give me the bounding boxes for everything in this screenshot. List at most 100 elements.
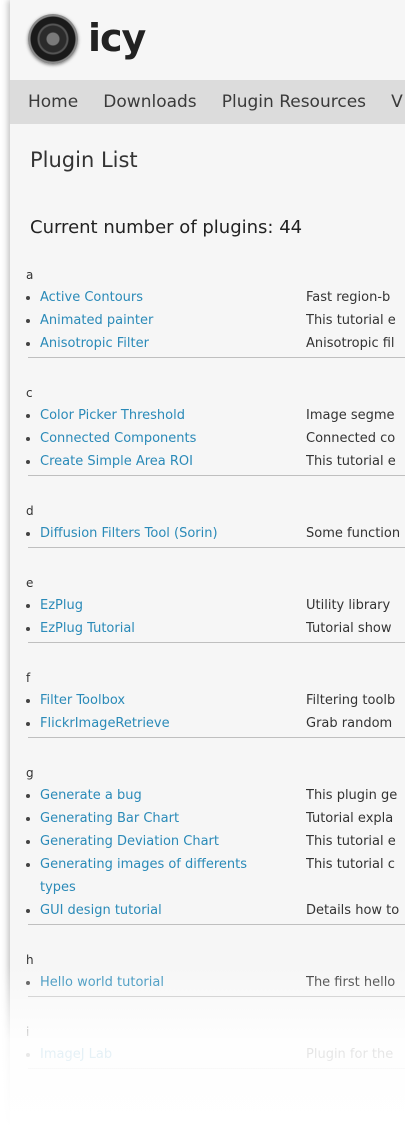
plugin-description: Connected co [306, 431, 396, 446]
bullet-icon [26, 532, 30, 536]
bullet-icon [26, 1053, 30, 1057]
plugin-link[interactable]: Active Contours [40, 286, 282, 309]
bullet-icon [26, 722, 30, 726]
bullet-icon [26, 414, 30, 418]
site-logo-text[interactable]: icy [88, 16, 146, 60]
plugin-description: Fast region-b [306, 290, 391, 305]
nav-home[interactable]: Home [28, 80, 78, 124]
bullet-icon [26, 627, 30, 631]
group-letter: f [26, 671, 31, 685]
group-letter: d [26, 504, 34, 518]
nav-plugin-resources[interactable]: Plugin Resources [222, 80, 366, 124]
plugin-link[interactable]: GUI design tutorial [40, 899, 282, 922]
plugin-link[interactable]: Animated painter [40, 309, 282, 332]
nav-item-truncated[interactable]: V [391, 80, 403, 124]
plugin-row: Generating images of differents types Thi… [24, 853, 405, 899]
plugin-description: This plugin ge [306, 788, 398, 803]
plugin-link[interactable]: Hello world tutorial [40, 971, 282, 994]
group-letter: a [26, 268, 34, 282]
plugin-description: Image segme [306, 408, 395, 423]
bullet-icon [26, 863, 30, 867]
plugin-row: Create Simple Area ROI This tutorial e [24, 450, 405, 473]
plugin-row: GUI design tutorial Details how to [24, 899, 405, 922]
plugin-link[interactable]: Connected Components [40, 427, 282, 450]
group-divider [28, 642, 405, 643]
plugin-link[interactable]: ImageJ Lab [40, 1043, 282, 1066]
plugin-description: This tutorial e [306, 834, 396, 849]
plugin-row: Generate a bug This plugin ge [24, 784, 405, 807]
bullet-icon [26, 604, 30, 608]
plugin-row: Hello world tutorial The first hello [24, 971, 405, 994]
plugin-description: Tutorial show [306, 621, 392, 636]
bullet-icon [26, 794, 30, 798]
plugin-description: Anisotropic fil [306, 336, 395, 351]
plugin-row: Color Picker Threshold Image segme [24, 404, 405, 427]
plugin-link[interactable]: Anisotropic Filter [40, 332, 282, 355]
plugin-link[interactable]: Generating images of differents types [40, 853, 282, 899]
bullet-icon [26, 817, 30, 821]
plugin-groups: a Active Contours Fast region-b Animated pa… [24, 264, 405, 1093]
group-letter: h [26, 953, 34, 967]
page-container: icy Home Downloads Plugin Resources V Pl… [10, 0, 405, 1130]
plugin-group-d: d Diffusion Filters Tool (Sorin) Some func… [24, 500, 405, 548]
plugin-row: Generating Deviation Chart This tutorial … [24, 830, 405, 853]
bullet-icon [26, 981, 30, 985]
plugin-description: This tutorial e [306, 313, 396, 328]
plugin-description: Filtering toolb [306, 693, 396, 708]
group-letter: e [26, 576, 34, 590]
plugin-description: This tutorial e [306, 454, 396, 469]
plugin-group-a: a Active Contours Fast region-b Animated pa… [24, 264, 405, 358]
plugin-row: EzPlug Utility library [24, 594, 405, 617]
plugin-group-g: g Generate a bug This plugin ge Generating … [24, 762, 405, 925]
plugin-row: Active Contours Fast region-b [24, 286, 405, 309]
plugin-row: Animated painter This tutorial e [24, 309, 405, 332]
page-title: Plugin List [30, 148, 138, 172]
group-divider [28, 924, 405, 925]
group-divider [28, 357, 405, 358]
plugin-row: EzPlug Tutorial Tutorial show [24, 617, 405, 640]
group-divider [28, 475, 405, 476]
group-letter: c [26, 386, 33, 400]
plugin-description: Details how to [306, 903, 400, 918]
plugin-count: Current number of plugins: 44 [30, 217, 303, 238]
group-divider [28, 996, 405, 997]
bullet-icon [26, 342, 30, 346]
plugin-link[interactable]: EzPlug [40, 594, 282, 617]
plugin-row: FlickrImageRetrieve Grab random [24, 712, 405, 735]
plugin-link[interactable]: Generating Bar Chart [40, 807, 282, 830]
plugin-group-f: f Filter Toolbox Filtering toolb FlickrImag… [24, 667, 405, 738]
plugin-link[interactable]: Create Simple Area ROI [40, 450, 282, 473]
plugin-link[interactable]: Generating Deviation Chart [40, 830, 282, 853]
plugin-group-i: i ImageJ Lab Plugin for the [24, 1021, 405, 1069]
bullet-icon [26, 699, 30, 703]
plugin-row: Generating Bar Chart Tutorial expla [24, 807, 405, 830]
plugin-link[interactable]: Diffusion Filters Tool (Sorin) [40, 522, 282, 545]
plugin-row: ImageJ Lab Plugin for the [24, 1043, 405, 1066]
plugin-group-e: e EzPlug Utility library EzPlug Tutorial Tut… [24, 572, 405, 643]
plugin-link[interactable]: Generate a bug [40, 784, 282, 807]
plugin-row: Connected Components Connected co [24, 427, 405, 450]
plugin-row: Anisotropic Filter Anisotropic fil [24, 332, 405, 355]
plugin-description: Grab random [306, 716, 393, 731]
plugin-description: Plugin for the [306, 1047, 394, 1062]
plugin-description: This tutorial c [306, 857, 395, 872]
plugin-description: Tutorial expla [306, 811, 394, 826]
bullet-icon [26, 909, 30, 913]
bullet-icon [26, 319, 30, 323]
nav-downloads[interactable]: Downloads [103, 80, 196, 124]
plugin-description: The first hello [306, 975, 396, 990]
plugin-link[interactable]: Filter Toolbox [40, 689, 282, 712]
plugin-link[interactable]: Color Picker Threshold [40, 404, 282, 427]
group-letter: g [26, 766, 34, 780]
bullet-icon [26, 840, 30, 844]
plugin-group-c: c Color Picker Threshold Image segme Connec… [24, 382, 405, 476]
plugin-row: Filter Toolbox Filtering toolb [24, 689, 405, 712]
icy-logo-icon[interactable] [28, 14, 78, 64]
plugin-description: Some function [306, 526, 401, 541]
plugin-link[interactable]: EzPlug Tutorial [40, 617, 282, 640]
plugin-link[interactable]: FlickrImageRetrieve [40, 712, 282, 735]
bullet-icon [26, 296, 30, 300]
group-divider [28, 737, 405, 738]
plugin-group-h: h Hello world tutorial The first hello [24, 949, 405, 997]
group-letter: i [26, 1025, 30, 1039]
